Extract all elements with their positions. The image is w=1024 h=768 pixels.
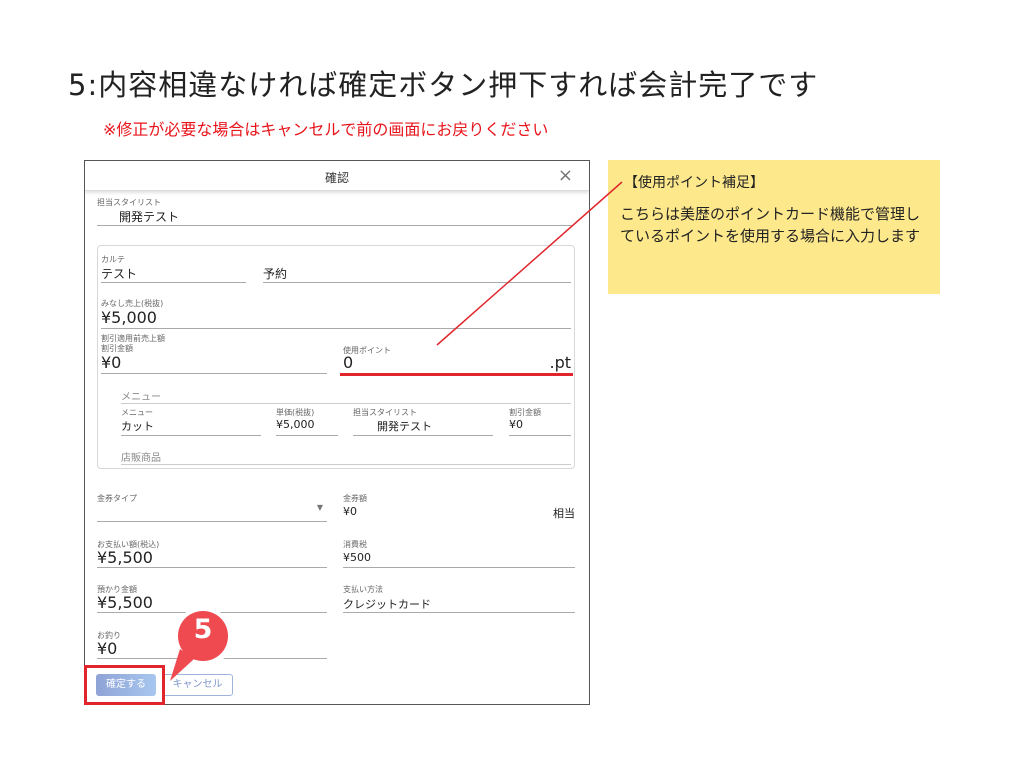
retail-section-field[interactable]: 店販商品 [121, 449, 571, 465]
menu-row-discount[interactable]: ¥0 [509, 416, 571, 436]
voucher-amount-label: 金券額 [343, 494, 367, 503]
stylist-value: 開発テスト [119, 210, 180, 224]
reservation-label: 予約 [263, 267, 288, 281]
confirm-dialog: 確認 × 担当スタイリスト 開発テスト カルテ テスト 予約 みなし売上(税抜)… [84, 160, 590, 705]
karte-label: カルテ [101, 255, 125, 264]
menu-row-price[interactable]: ¥5,000 [276, 416, 338, 436]
consumption-tax-field[interactable]: 消費税 ¥500 [343, 537, 575, 569]
payment-amount-value: ¥5,500 [97, 548, 153, 567]
payment-amount-field[interactable]: お支払い額(税込) ¥5,500 [97, 537, 327, 569]
change-value: ¥0 [97, 639, 118, 658]
karte-value: テスト [101, 267, 138, 281]
estimated-sales-underline [101, 328, 571, 329]
menu-cell-discount-underline [509, 435, 571, 436]
menu-section-label: メニュー [121, 392, 161, 403]
menu-section-underline [121, 403, 571, 404]
points-note-callout: 【使用ポイント補足】 こちらは美歴のポイントカード機能で管理しているポイントを使… [608, 160, 940, 294]
payment-method-label: 支払い方法 [343, 585, 383, 594]
dialog-title: 確認 [324, 171, 349, 185]
payment-amount-underline [97, 567, 327, 568]
voucher-type-underline [97, 521, 327, 522]
callout-title: 【使用ポイント補足】 [624, 175, 764, 191]
points-highlight-underline [340, 373, 573, 376]
reservation-underline [263, 282, 571, 283]
slide-note: ※修正が必要な場合はキャンセルで前の画面にお戻りください [103, 120, 549, 139]
voucher-amount-value: ¥0 [343, 505, 357, 518]
menu-cell-discount: ¥0 [509, 418, 523, 431]
menu-cell-stylist: 開発テスト [377, 420, 432, 433]
voucher-amount-field[interactable]: 金券額 ¥0 相当 [343, 491, 575, 523]
payment-method-field[interactable]: 支払い方法 クレジットカード [343, 582, 575, 614]
close-icon[interactable]: × [558, 165, 573, 186]
consumption-tax-underline [343, 567, 575, 568]
menu-cell-price: ¥5,000 [276, 418, 315, 431]
discount-field[interactable]: 割引金額 ¥0 [101, 342, 327, 375]
discount-value: ¥0 [101, 353, 122, 372]
menu-cell-name-underline [121, 435, 261, 436]
menu-cell-price-underline [276, 435, 338, 436]
estimated-sales-field[interactable]: みなし売上(税抜) ¥5,000 [101, 296, 571, 330]
voucher-type-select[interactable]: 金券タイプ ▼ [97, 491, 327, 523]
menu-row-stylist[interactable]: 開発テスト [353, 416, 493, 436]
payment-method-value: クレジットカード [343, 598, 431, 611]
stylist-label: 担当スタイリスト [97, 198, 161, 207]
points-unit: .pt [549, 353, 571, 372]
menu-section-field[interactable]: メニュー [121, 388, 571, 404]
retail-section-underline [121, 464, 571, 465]
callout-body: こちらは美歴のポイントカード機能で管理しているポイントを使用する場合に入力します [620, 205, 921, 245]
chevron-down-icon: ▼ [316, 503, 323, 512]
voucher-type-label: 金券タイプ [97, 494, 137, 503]
sales-detail-box: カルテ テスト 予約 みなし売上(税抜) ¥5,000 割引適用前売上額 割引金… [97, 245, 575, 469]
menu-cell-stylist-underline [353, 435, 493, 436]
dialog-header: 確認 × [85, 161, 589, 191]
reservation-field[interactable]: 予約 [263, 252, 571, 284]
points-field[interactable]: 使用ポイント 0 .pt [343, 342, 571, 375]
stylist-underline [97, 225, 573, 226]
karte-underline [101, 282, 246, 283]
step-number: 5 [193, 614, 213, 645]
points-value: 0 [343, 353, 354, 372]
karte-field[interactable]: カルテ テスト [101, 252, 246, 284]
estimated-sales-value: ¥5,000 [101, 308, 157, 327]
payment-method-underline [343, 612, 575, 613]
menu-row-name[interactable]: カット [121, 416, 261, 436]
slide-title: 5:内容相違なければ確定ボタン押下すれば会計完了です [68, 68, 819, 102]
confirm-button-highlight [84, 665, 165, 705]
deposit-amount-value: ¥5,500 [97, 593, 153, 612]
retail-section-label: 店販商品 [121, 453, 161, 464]
discount-underline [101, 373, 327, 374]
menu-cell-name: カット [121, 420, 154, 433]
stylist-field[interactable]: 担当スタイリスト 開発テスト [97, 193, 573, 227]
consumption-tax-value: ¥500 [343, 551, 371, 564]
voucher-amount-suffix: 相当 [553, 507, 575, 520]
consumption-tax-label: 消費税 [343, 540, 367, 549]
